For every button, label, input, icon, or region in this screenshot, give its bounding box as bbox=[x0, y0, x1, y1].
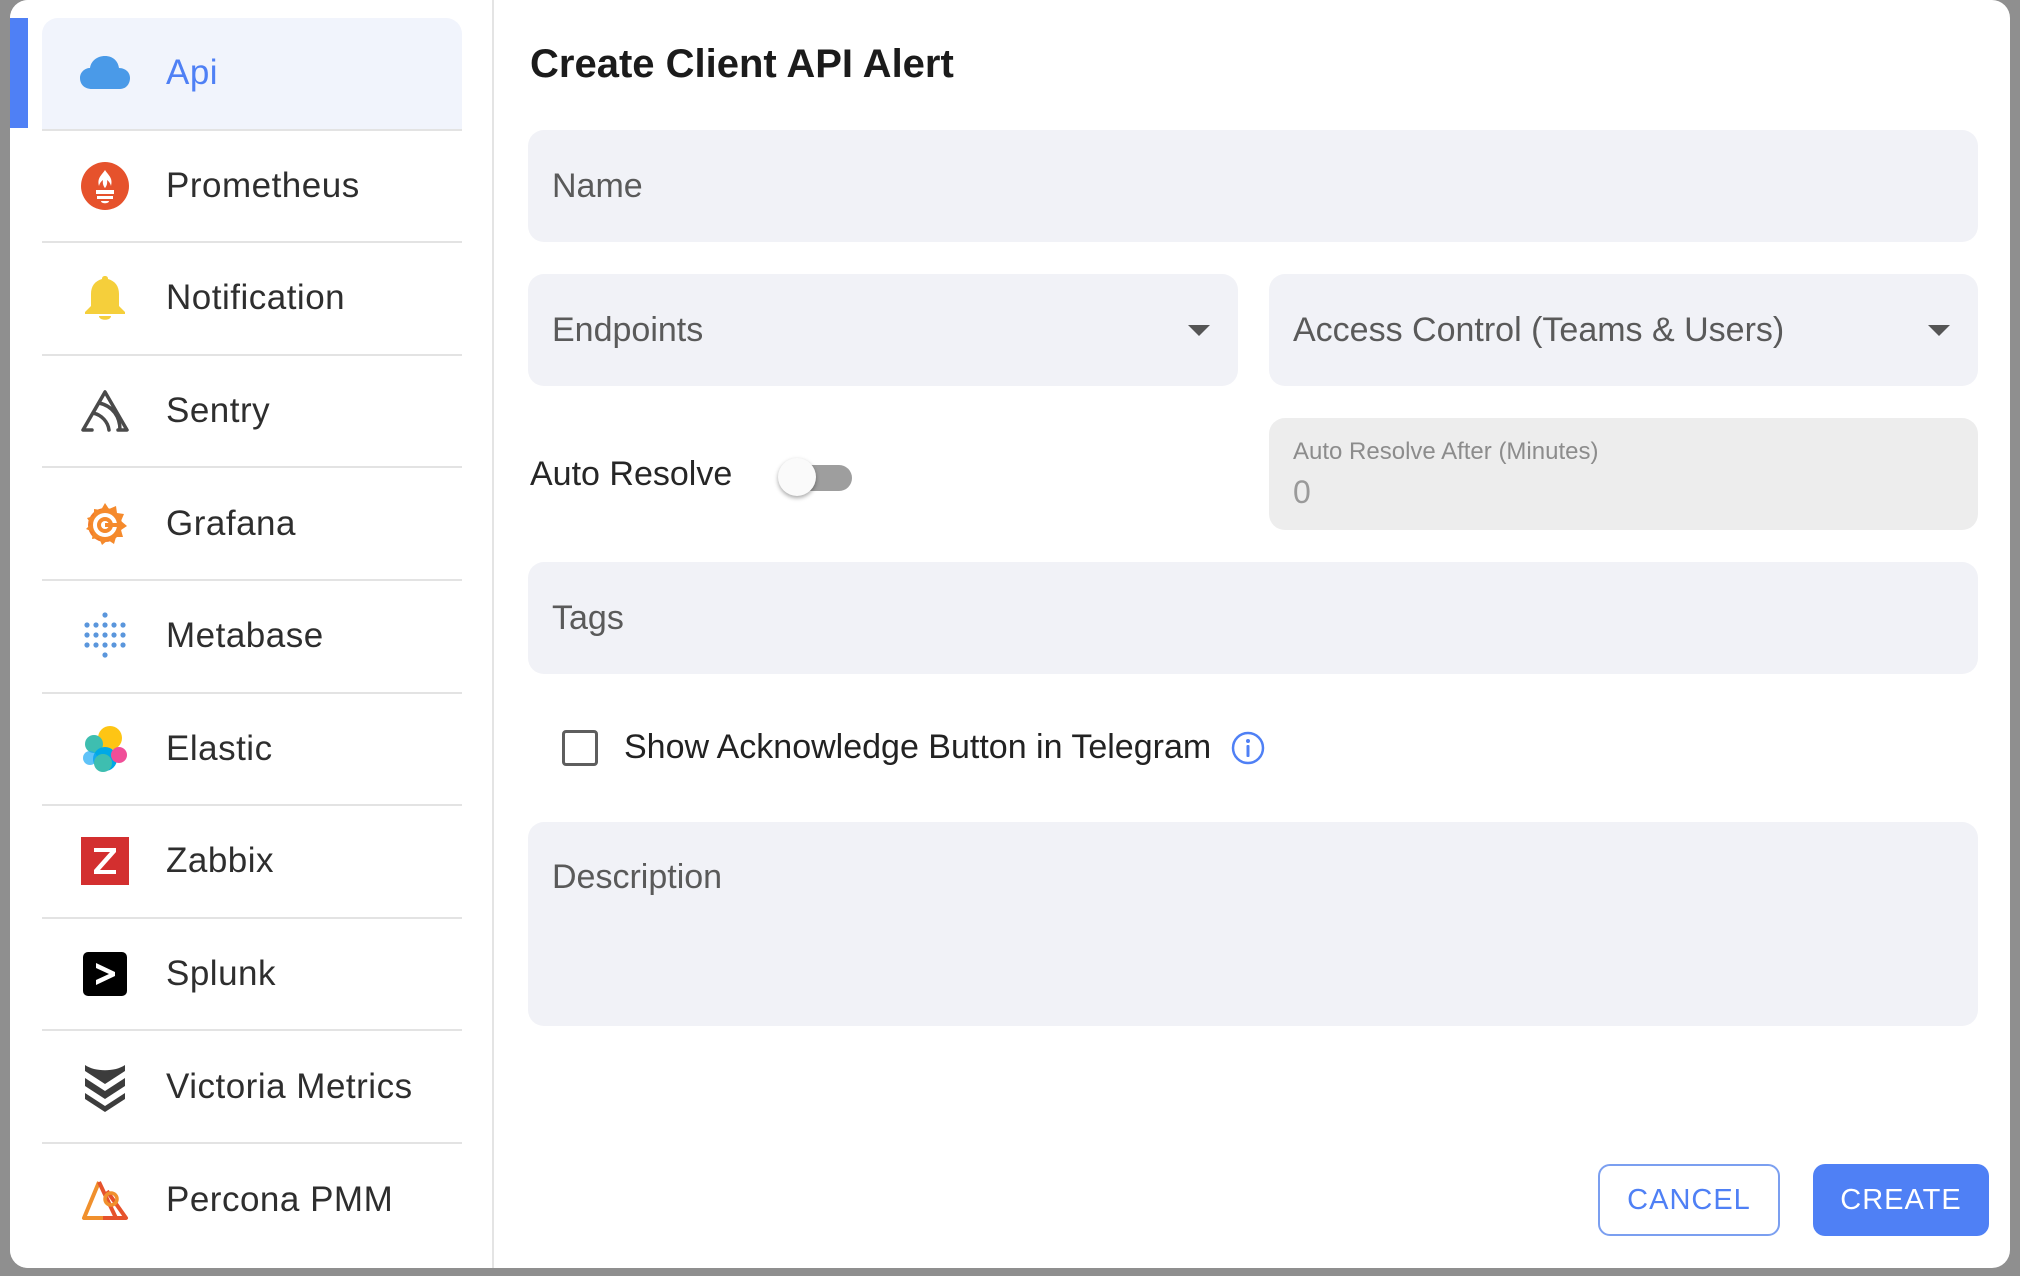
sidebar-item-grafana[interactable]: Grafana bbox=[42, 468, 462, 581]
sidebar-item-sentry[interactable]: Sentry bbox=[42, 356, 462, 469]
sidebar-item-label: Metabase bbox=[166, 616, 324, 656]
sidebar-item-label: Api bbox=[166, 53, 219, 93]
sidebar-item-label: Prometheus bbox=[166, 165, 360, 205]
sidebar-item-splunk[interactable]: Splunk bbox=[42, 919, 462, 1032]
sidebar-item-label: Sentry bbox=[166, 391, 271, 431]
sidebar-item-label: Grafana bbox=[166, 503, 296, 543]
sidebar-item-label: Splunk bbox=[166, 954, 277, 994]
access-control-select[interactable]: Access Control (Teams & Users) bbox=[1269, 274, 1978, 386]
zabbix-icon bbox=[80, 836, 130, 886]
chevron-down-icon bbox=[1928, 325, 1950, 336]
sidebar-item-label: Victoria Metrics bbox=[166, 1066, 413, 1106]
name-placeholder: Name bbox=[552, 166, 643, 205]
create-alert-dialog: Api Prometheus Notification Sentry Grafa… bbox=[10, 0, 2010, 1268]
victoria-metrics-icon bbox=[80, 1062, 130, 1112]
description-textarea[interactable]: Description bbox=[528, 822, 1978, 1026]
telegram-ack-label: Show Acknowledge Button in Telegram bbox=[624, 728, 1212, 766]
auto-resolve-after-label: Auto Resolve After (Minutes) bbox=[1293, 437, 1599, 465]
elastic-icon bbox=[80, 724, 130, 774]
sidebar-item-victoria-metrics[interactable]: Victoria Metrics bbox=[42, 1031, 462, 1144]
prometheus-icon bbox=[80, 161, 130, 211]
integration-list: Api Prometheus Notification Sentry Grafa… bbox=[42, 18, 462, 1257]
tags-input[interactable]: Tags bbox=[528, 562, 1978, 674]
sidebar-item-label: Zabbix bbox=[166, 841, 275, 881]
auto-resolve-toggle[interactable] bbox=[776, 456, 856, 496]
info-icon[interactable] bbox=[1231, 731, 1265, 765]
bell-icon bbox=[80, 273, 130, 323]
description-placeholder: Description bbox=[552, 858, 723, 896]
telegram-ack-checkbox[interactable] bbox=[562, 729, 598, 766]
sidebar-item-elastic[interactable]: Elastic bbox=[42, 694, 462, 807]
alert-form: Create Client API Alert Name Endpoints A… bbox=[528, 0, 2010, 1268]
cancel-button[interactable]: CANCEL bbox=[1598, 1164, 1780, 1236]
page-title: Create Client API Alert bbox=[530, 42, 954, 86]
sentry-icon bbox=[80, 386, 130, 436]
telegram-ack-row: Show Acknowledge Button in Telegram bbox=[562, 728, 1265, 767]
name-input[interactable]: Name bbox=[528, 130, 1978, 242]
sidebar-item-label: Percona PMM bbox=[166, 1180, 394, 1220]
sidebar-item-zabbix[interactable]: Zabbix bbox=[42, 806, 462, 919]
active-indicator bbox=[10, 18, 28, 128]
splunk-icon bbox=[80, 949, 130, 999]
sidebar-item-label: Elastic bbox=[166, 728, 273, 768]
chevron-down-icon bbox=[1188, 325, 1210, 336]
auto-resolve-after-value: 0 bbox=[1293, 473, 1311, 510]
auto-resolve-label: Auto Resolve bbox=[530, 455, 733, 493]
sidebar-item-metabase[interactable]: Metabase bbox=[42, 581, 462, 694]
integration-sidebar: Api Prometheus Notification Sentry Grafa… bbox=[10, 0, 494, 1268]
sidebar-item-notification[interactable]: Notification bbox=[42, 243, 462, 356]
percona-icon bbox=[80, 1175, 130, 1225]
sidebar-item-percona-pmm[interactable]: Percona PMM bbox=[42, 1144, 462, 1257]
toggle-knob bbox=[778, 458, 816, 496]
create-button[interactable]: CREATE bbox=[1813, 1164, 1989, 1236]
endpoints-select[interactable]: Endpoints bbox=[528, 274, 1238, 386]
metabase-icon bbox=[80, 611, 130, 661]
sidebar-item-prometheus[interactable]: Prometheus bbox=[42, 131, 462, 244]
grafana-icon bbox=[80, 499, 130, 549]
endpoints-placeholder: Endpoints bbox=[552, 310, 704, 349]
tags-placeholder: Tags bbox=[552, 598, 624, 637]
sidebar-item-api[interactable]: Api bbox=[42, 18, 462, 131]
sidebar-item-label: Notification bbox=[166, 278, 346, 318]
cloud-icon bbox=[80, 48, 130, 98]
auto-resolve-after-field: Auto Resolve After (Minutes) 0 bbox=[1269, 418, 1978, 530]
access-control-placeholder: Access Control (Teams & Users) bbox=[1293, 310, 1785, 349]
